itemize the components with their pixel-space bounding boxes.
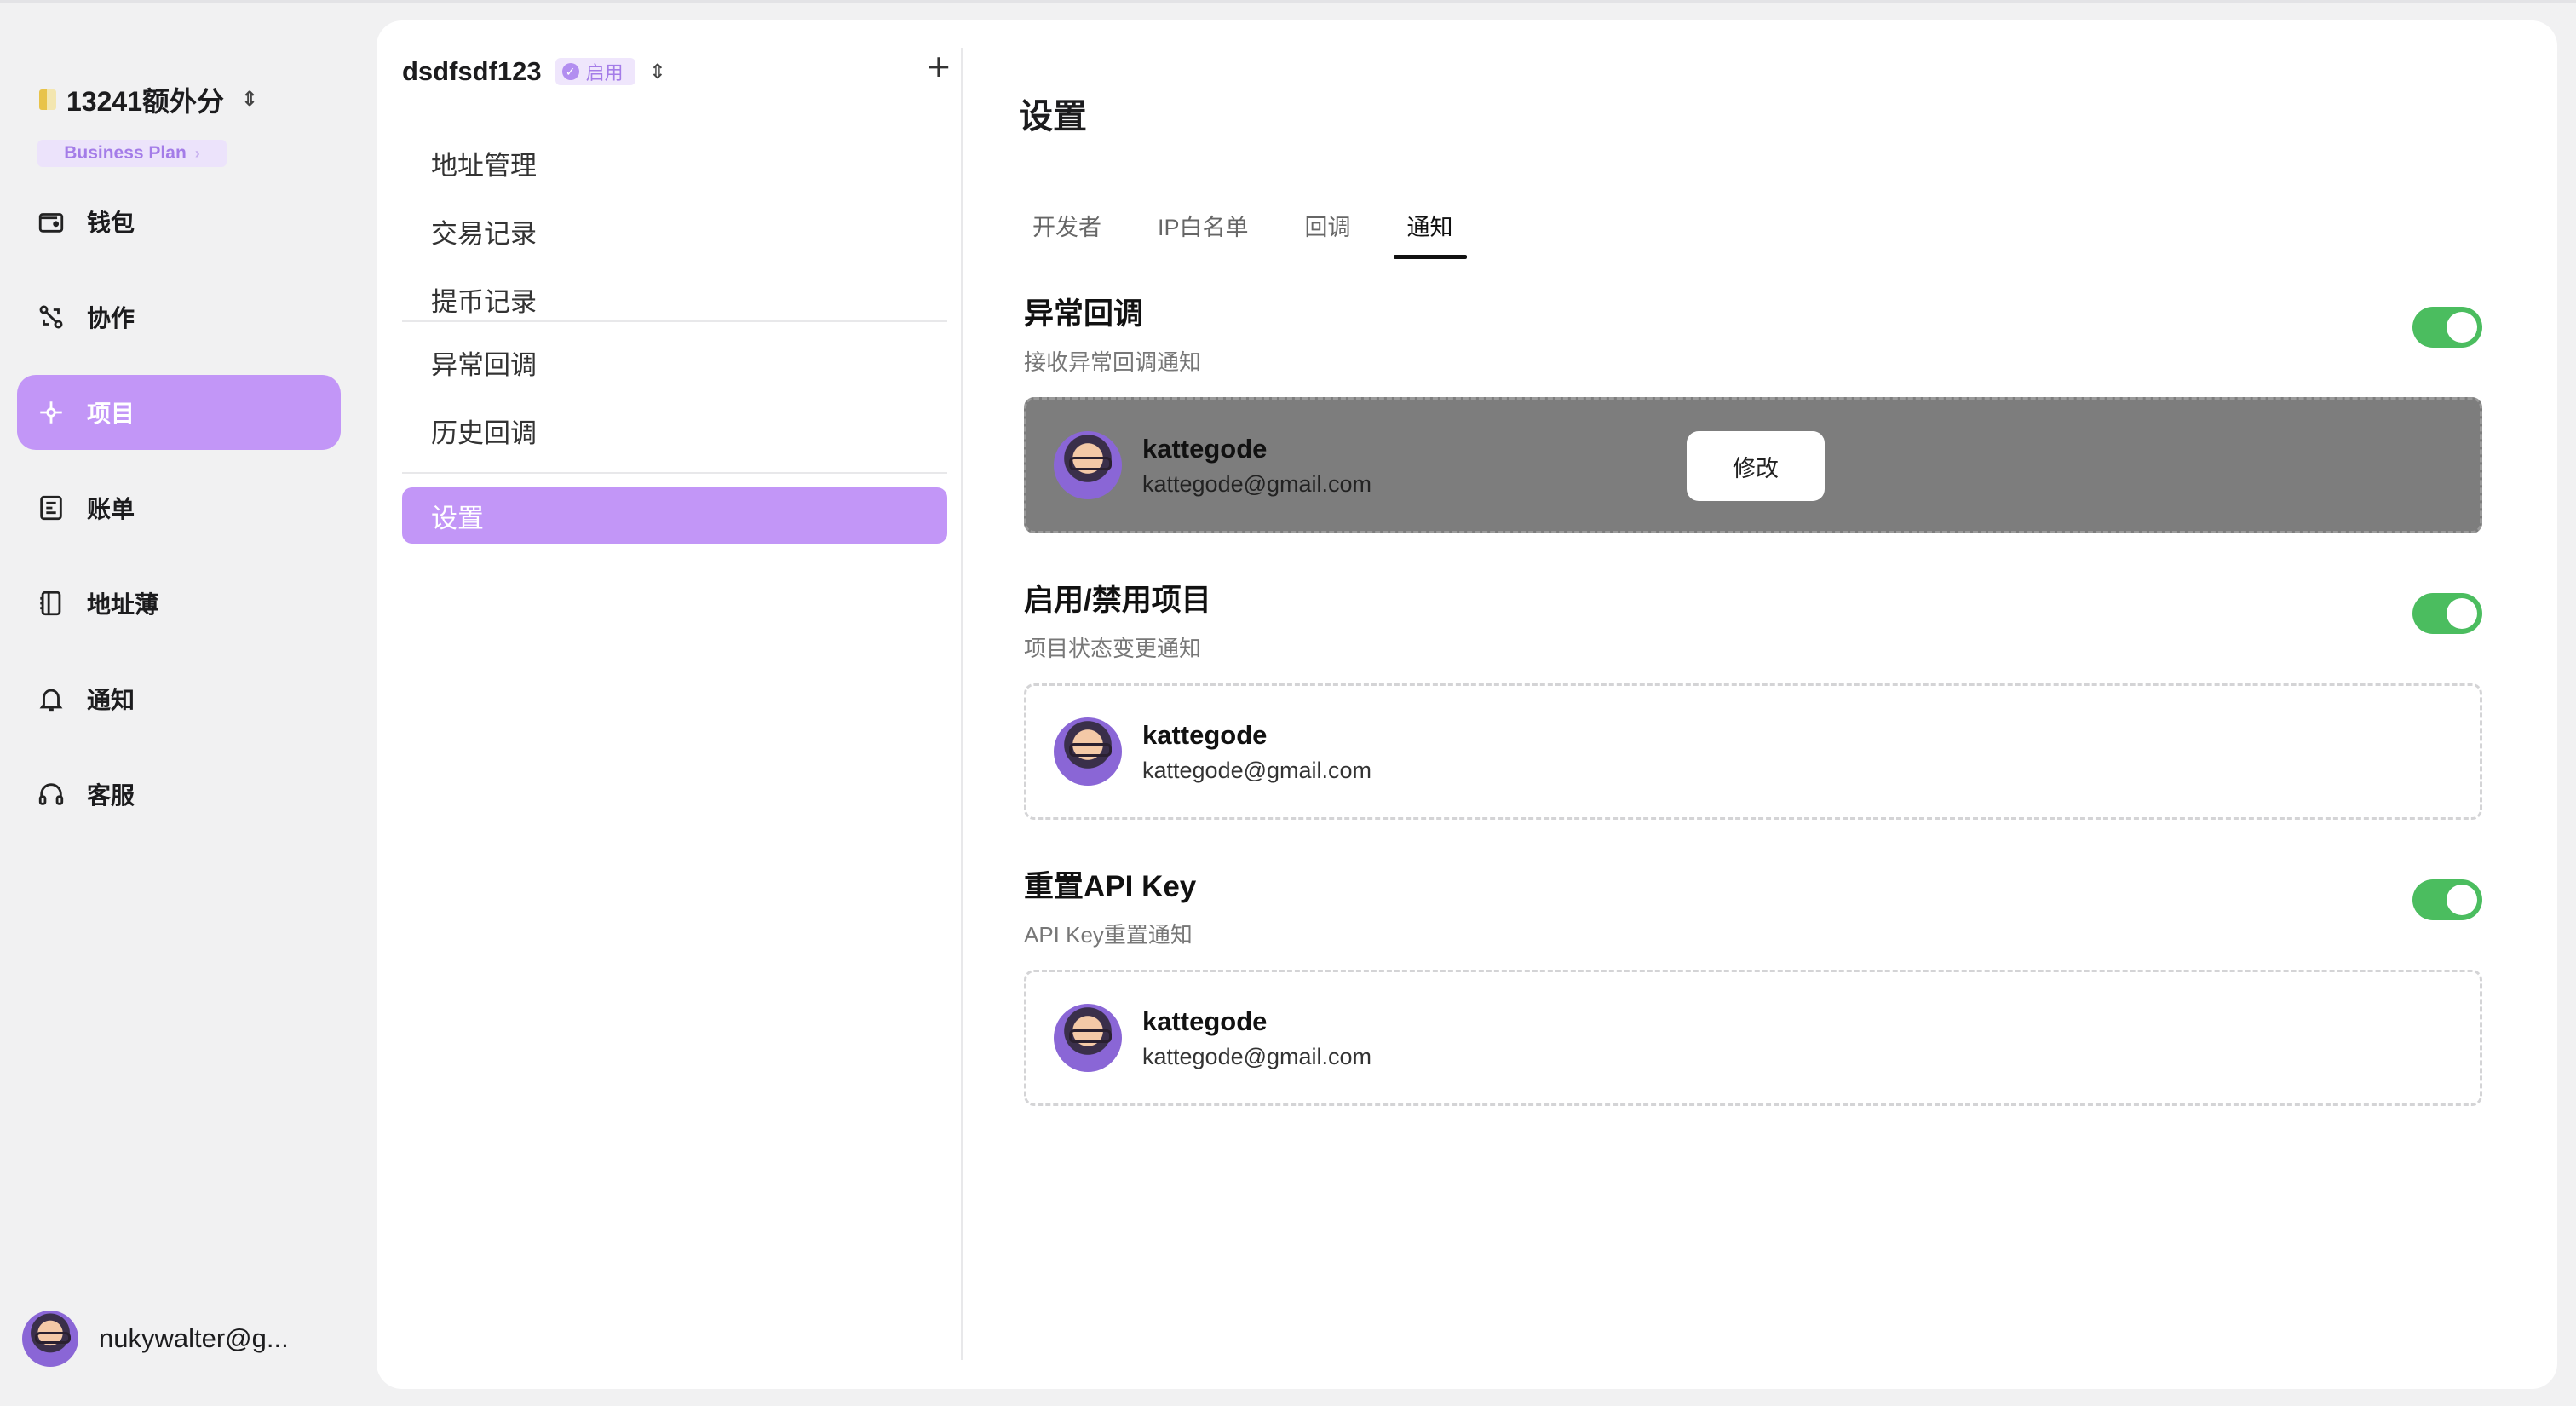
- notification-toggle[interactable]: [2412, 593, 2482, 634]
- user-email: nukywalter@g...: [99, 1323, 289, 1353]
- sidebar-item-label: 地址薄: [87, 591, 159, 618]
- chevron-right-icon: ›: [194, 144, 200, 162]
- menu-divider: [402, 472, 947, 474]
- menu-item-address-management[interactable]: 地址管理: [402, 135, 947, 191]
- bill-icon: [36, 493, 66, 523]
- menu-item-callback-history[interactable]: 历史回调: [402, 402, 947, 458]
- sidebar-item-wallet[interactable]: 钱包: [17, 184, 341, 259]
- check-icon: ✓: [561, 63, 579, 80]
- plan-label: Business Plan: [64, 143, 187, 163]
- menu-item-label: 设置: [431, 503, 484, 533]
- menu-item-settings[interactable]: 设置: [402, 487, 947, 544]
- sidebar-item-label: 账单: [87, 496, 135, 522]
- top-border: [0, 0, 2576, 3]
- column-divider: [961, 48, 963, 1360]
- collaboration-icon: [36, 302, 66, 332]
- sidebar-item-bill[interactable]: 账单: [17, 470, 341, 545]
- avatar: [1054, 717, 1122, 786]
- sidebar: 13241额外分 ⇕ Business Plan › 钱包 协作 项目 账单 地…: [0, 0, 366, 1406]
- status-label: 启用: [585, 62, 624, 84]
- contact-name: kattegode: [1142, 1006, 1268, 1036]
- edit-button[interactable]: 修改: [1687, 431, 1825, 501]
- menu-item-abnormal-callbacks[interactable]: 异常回调: [402, 334, 947, 390]
- sidebar-item-label: 通知: [87, 687, 135, 713]
- project-icon: [36, 397, 66, 428]
- user-profile[interactable]: nukywalter@g...: [22, 1309, 289, 1369]
- sidebar-item-support[interactable]: 客服: [17, 757, 341, 832]
- section-subtitle: 接收异常回调通知: [1024, 349, 1202, 375]
- settings-tabs: 开发者 IP白名单 回调 通知: [1019, 191, 1496, 259]
- contact-name: kattegode: [1142, 719, 1268, 750]
- page-title: 设置: [1019, 98, 1087, 135]
- headset-icon: [36, 779, 66, 810]
- contact-email: kattegode@gmail.com: [1142, 1043, 1372, 1069]
- menu-item-label: 提币记录: [431, 286, 537, 317]
- section-title: 异常回调: [1024, 297, 1144, 331]
- main-card: dsdfsdf123 ✓ 启用 ⇕ + 地址管理 交易记录 提币记录 异常回调 …: [377, 20, 2557, 1389]
- notification-toggle[interactable]: [2412, 879, 2482, 920]
- add-project-button[interactable]: +: [913, 41, 964, 92]
- menu-item-withdrawals[interactable]: 提币记录: [402, 271, 947, 327]
- project-switcher[interactable]: dsdfsdf123 ✓ 启用 ⇕: [402, 49, 666, 94]
- sidebar-item-label: 钱包: [87, 210, 135, 236]
- sidebar-item-label: 客服: [87, 782, 135, 809]
- notification-section-project-status: 启用/禁用项目 项目状态变更通知 kattegode kattegode@gma…: [1024, 576, 2482, 820]
- contact-email: kattegode@gmail.com: [1142, 470, 1372, 497]
- section-subtitle: 项目状态变更通知: [1024, 636, 1202, 661]
- section-subtitle: API Key重置通知: [1024, 922, 1193, 948]
- sidebar-item-address-book[interactable]: 地址薄: [17, 566, 341, 641]
- project-name: dsdfsdf123: [402, 56, 542, 86]
- sidebar-item-notification[interactable]: 通知: [17, 661, 341, 736]
- tab-callback[interactable]: 回调: [1291, 191, 1365, 259]
- menu-item-label: 异常回调: [431, 349, 537, 380]
- sidebar-item-project[interactable]: 项目: [17, 375, 341, 450]
- section-title: 启用/禁用项目: [1024, 584, 1211, 617]
- wallet-icon: [36, 206, 66, 237]
- menu-item-label: 历史回调: [431, 418, 537, 448]
- chevron-updown-icon[interactable]: ⇕: [649, 60, 666, 84]
- menu-item-label: 地址管理: [431, 150, 537, 181]
- sidebar-nav: 钱包 协作 项目 账单 地址薄 通知 客服: [17, 184, 341, 852]
- bell-icon: [36, 683, 66, 714]
- sidebar-item-label: 项目: [87, 400, 135, 427]
- contact-name: kattegode: [1142, 433, 1268, 464]
- plan-badge[interactable]: Business Plan ›: [37, 140, 227, 167]
- contact-card[interactable]: kattegode kattegode@gmail.com: [1024, 683, 2482, 820]
- settings-panel: 设置 开发者 IP白名单 回调 通知 异常回调 接收异常回调通知 kattego…: [964, 20, 2557, 1389]
- org-flag-icon: [39, 89, 56, 110]
- tab-ip-whitelist[interactable]: IP白名单: [1144, 191, 1262, 259]
- avatar: [1054, 1004, 1122, 1072]
- contact-email: kattegode@gmail.com: [1142, 757, 1372, 783]
- sidebar-item-collaboration[interactable]: 协作: [17, 279, 341, 354]
- avatar: [1054, 431, 1122, 499]
- org-switcher[interactable]: 13241额外分 ⇕: [39, 78, 258, 121]
- notification-section-abnormal-callback: 异常回调 接收异常回调通知 kattegode kattegode@gmail.…: [1024, 290, 2482, 533]
- section-title: 重置API Key: [1024, 870, 1197, 903]
- chevron-updown-icon[interactable]: ⇕: [241, 89, 258, 110]
- status-badge: ✓ 启用: [555, 58, 635, 85]
- contact-card[interactable]: kattegode kattegode@gmail.com 修改: [1024, 397, 2482, 533]
- project-menu: dsdfsdf123 ✓ 启用 ⇕ + 地址管理 交易记录 提币记录 异常回调 …: [377, 20, 964, 1389]
- notification-toggle[interactable]: [2412, 307, 2482, 348]
- notification-section-api-key-reset: 重置API Key API Key重置通知 kattegode kattegod…: [1024, 862, 2482, 1106]
- menu-divider: [402, 320, 947, 322]
- tab-developer[interactable]: 开发者: [1019, 191, 1115, 259]
- contact-card[interactable]: kattegode kattegode@gmail.com: [1024, 970, 2482, 1106]
- sidebar-item-label: 协作: [87, 305, 135, 331]
- avatar: [22, 1311, 78, 1367]
- menu-item-label: 交易记录: [431, 218, 537, 249]
- menu-item-transactions[interactable]: 交易记录: [402, 203, 947, 259]
- address-book-icon: [36, 588, 66, 619]
- org-name: 13241额外分: [66, 86, 224, 117]
- tab-notification[interactable]: 通知: [1393, 191, 1467, 259]
